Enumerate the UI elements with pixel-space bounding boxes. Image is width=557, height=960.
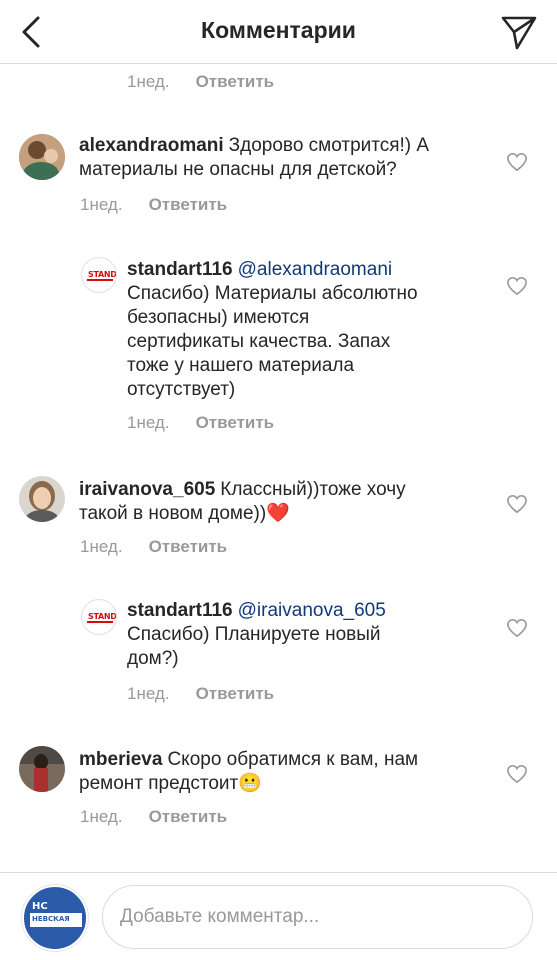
brand-logo-bar [87,279,113,281]
paper-plane-icon[interactable] [499,12,539,52]
comment-text-line: сертификаты качества. Запах [127,331,391,352]
mention-link[interactable]: @alexandraomani [238,259,393,280]
comment-body: standart116 @iraivanova_605 Спасибо) План… [127,599,477,671]
mention-link[interactable]: @iraivanova_605 [238,600,386,621]
comment-text-line: Спасибо) Планируете новый [127,624,381,645]
comment-time: 1нед. [127,684,170,703]
user-photo-icon [19,746,65,792]
heart-icon[interactable] [506,152,528,172]
avatar-initials: НС [32,901,48,912]
comment-username[interactable]: standart116 [127,600,233,621]
brand-logo-bar [87,621,113,623]
comment-text-line: Скоро обратимся к вам, нам [167,749,419,770]
comment-text-line: материалы не опасны для детской? [79,159,397,180]
comment-text-line: дом?) [127,648,179,669]
reply-button[interactable]: Ответить [196,72,275,91]
comment-body: mberieva Скоро обратимся к вам, нам ремон… [79,748,489,796]
comment-text-line: тоже у нашего материала [127,355,355,376]
comment-username[interactable]: standart116 [127,259,233,280]
comment-meta: 1нед. Ответить [127,413,274,433]
heart-icon[interactable] [506,276,528,296]
comment-meta: 1нед. Ответить [127,72,274,92]
top-navigation-bar: Комментарии [0,0,557,64]
user-photo-icon [19,476,65,522]
comment-time: 1нед. [127,72,170,91]
reply-button[interactable]: Ответить [149,807,228,826]
avatar[interactable] [19,746,65,792]
reply-button[interactable]: Ответить [149,537,228,556]
avatar[interactable]: STANDART [81,257,117,293]
comment-time: 1нед. [80,537,123,556]
comment-meta: 1нед. Ответить [80,807,227,827]
grimace-emoji-icon: 😬 [238,773,262,794]
avatar-brand-text: НЕВСКАЯ [32,915,70,923]
comment-body: standart116 @alexandraomani Спасибо) Мате… [127,258,477,402]
comment-time: 1нед. [127,413,170,432]
comment-text-line: отсутствует) [127,379,236,400]
comment-text-line: безопасны) имеются [127,307,310,328]
avatar[interactable] [19,476,65,522]
heart-icon[interactable] [506,494,528,514]
comment-composer: НС НЕВСКАЯ [0,872,557,960]
comment-text-line: ремонт предстоит [79,773,239,794]
avatar[interactable]: STANDART [81,599,117,635]
comment-username[interactable]: alexandraomani [79,135,224,156]
brand-logo-text: STANDART [88,270,117,279]
comment-time: 1нед. [80,195,123,214]
comment-meta: 1нед. Ответить [127,684,274,704]
comment-username[interactable]: iraivanova_605 [79,479,215,500]
comment-text-line: Классный))тоже хочу [220,479,406,500]
heart-emoji-icon: ❤️ [266,503,290,524]
brand-logo-text: STANDART [88,612,117,621]
comment-username[interactable]: mberieva [79,749,162,770]
reply-button[interactable]: Ответить [196,684,275,703]
page-title: Комментарии [201,17,356,43]
comment-body: iraivanova_605 Классный))тоже хочу такой … [79,478,489,526]
reply-button[interactable]: Ответить [196,413,275,432]
user-photo-icon [19,134,65,180]
avatar[interactable] [19,134,65,180]
comment-body: alexandraomani Здорово смотрится!) А мате… [79,134,489,182]
comment-time: 1нед. [80,807,123,826]
comment-input[interactable] [102,885,533,949]
comment-text-line: Здорово смотрится!) А [228,135,430,156]
comment-text-line: Спасибо) Материалы абсолютно [127,283,418,304]
reply-button[interactable]: Ответить [149,195,228,214]
comment-meta: 1нед. Ответить [80,195,227,215]
heart-icon[interactable] [506,618,528,638]
heart-icon[interactable] [506,764,528,784]
comment-text-line: такой в новом доме)) [79,503,267,524]
comment-meta: 1нед. Ответить [80,537,227,557]
current-user-avatar[interactable]: НС НЕВСКАЯ [22,885,88,951]
